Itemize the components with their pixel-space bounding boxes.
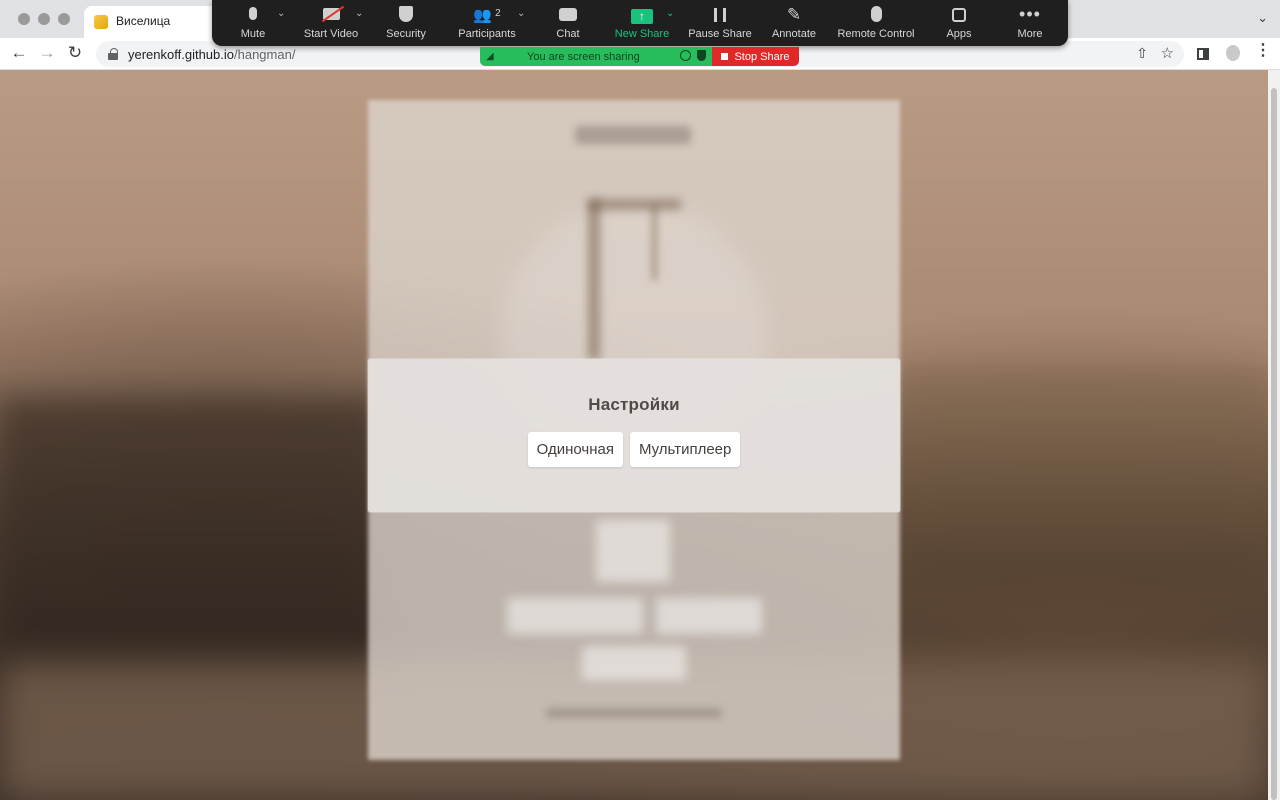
side-panel-icon[interactable]: [1197, 47, 1209, 63]
apps-button[interactable]: Apps: [944, 0, 974, 46]
mute-button[interactable]: Mute: [232, 0, 274, 46]
chat-label: Chat: [556, 28, 580, 40]
pause-share-button[interactable]: Pause Share: [688, 0, 752, 46]
share-options-chevron-icon[interactable]: ⌄: [666, 8, 674, 19]
more-label: More: [1017, 28, 1043, 40]
footer-text-blurred: [546, 708, 722, 718]
back-arrow-icon[interactable]: ←: [8, 42, 30, 64]
mode-button-group: Одиночная Мультиплеер: [368, 432, 900, 467]
new-share-button[interactable]: ↑ New Share: [614, 0, 670, 46]
minimize-window-button[interactable]: [38, 13, 50, 25]
maximize-window-button[interactable]: [58, 13, 70, 25]
stop-share-button[interactable]: Stop Share: [712, 47, 799, 66]
mute-label: Mute: [240, 28, 266, 40]
multiplayer-button[interactable]: Мультиплеер: [629, 432, 741, 467]
scrollbar-thumb[interactable]: [1271, 88, 1277, 800]
gallows-beam-blurred: [589, 200, 681, 209]
page-viewport: Настройки Одиночная Мультиплеер: [0, 70, 1268, 800]
screen-sharing-text: You are screen sharing: [527, 50, 640, 63]
pause-share-label: Pause Share: [688, 28, 752, 40]
reload-icon[interactable]: ↻: [64, 42, 86, 64]
chat-bubble-icon: [559, 8, 577, 21]
pause-icon: [714, 8, 726, 22]
video-off-icon: [321, 5, 344, 23]
participant-count: 2: [495, 8, 501, 19]
stop-square-icon: [721, 53, 729, 60]
remote-control-button[interactable]: Remote Control: [836, 0, 916, 46]
drag-handle-icon[interactable]: ◢: [486, 51, 497, 62]
annotate-label: Annotate: [771, 28, 817, 40]
zoom-share-toolbar: Mute ⌄ Start Video ⌄ Security 👥 2 Partici…: [212, 0, 1068, 46]
share-icon[interactable]: ⇧: [1136, 45, 1148, 62]
new-share-label: New Share: [614, 28, 670, 40]
security-label: Security: [386, 28, 426, 40]
mouse-icon: [870, 6, 882, 22]
tab-title: Виселица: [116, 14, 171, 28]
game-button-blurred: [507, 598, 643, 634]
shield-icon: [399, 6, 413, 22]
profile-avatar[interactable]: [1226, 45, 1240, 61]
tab-search-chevron-icon[interactable]: ⌄: [1257, 10, 1268, 26]
game-button-blurred: [582, 646, 686, 680]
microphone-icon: [249, 7, 257, 20]
participants-label: Participants: [458, 28, 516, 40]
apps-label: Apps: [946, 28, 972, 40]
pencil-icon: ✎: [786, 5, 802, 24]
stop-share-label: Stop Share: [734, 50, 790, 63]
forward-arrow-icon[interactable]: →: [36, 42, 58, 64]
more-button[interactable]: ••• More: [1015, 0, 1045, 46]
hangman-favicon-icon: [94, 15, 108, 29]
gallows-post-blurred: [589, 200, 599, 360]
background-bookshelf-left: [0, 400, 380, 680]
gallows-rope-blurred: [652, 206, 657, 280]
close-window-button[interactable]: [18, 13, 30, 25]
bookmark-star-icon[interactable]: ☆: [1161, 44, 1174, 62]
game-title-blurred: [575, 126, 691, 144]
single-player-button[interactable]: Одиночная: [527, 432, 623, 467]
participants-button[interactable]: 👥 2 Participants: [456, 0, 518, 46]
participants-chevron-icon[interactable]: ⌄: [517, 8, 525, 19]
lock-icon[interactable]: [108, 48, 118, 60]
participants-icon: 👥: [473, 7, 493, 24]
browser-menu-icon[interactable]: ⋮: [1255, 40, 1271, 60]
annotate-button[interactable]: ✎ Annotate: [770, 0, 818, 46]
background-shelf-right: [900, 370, 1268, 580]
game-button-blurred: [656, 598, 762, 634]
screen-sharing-banner[interactable]: ◢ You are screen sharing: [480, 47, 712, 66]
page-scrollbar[interactable]: [1268, 70, 1280, 800]
share-info-icon[interactable]: [680, 50, 691, 61]
url-path: /hangman/: [234, 46, 296, 62]
url-host: yerenkoff.github.io: [128, 46, 234, 62]
encryption-shield-icon[interactable]: [697, 50, 706, 61]
audio-options-chevron-icon[interactable]: ⌄: [277, 8, 285, 19]
security-button[interactable]: Security: [382, 0, 430, 46]
settings-modal: Настройки Одиночная Мультиплеер: [368, 359, 900, 512]
video-options-chevron-icon[interactable]: ⌄: [355, 8, 363, 19]
modal-title: Настройки: [588, 395, 680, 414]
remote-control-label: Remote Control: [837, 28, 915, 40]
chat-button[interactable]: Chat: [550, 0, 586, 46]
letter-input-blurred: [596, 520, 670, 582]
start-video-button[interactable]: Start Video: [300, 0, 362, 46]
start-video-label: Start Video: [303, 28, 359, 40]
apps-icon: [952, 8, 966, 22]
more-dots-icon: •••: [1019, 4, 1041, 24]
upload-arrow-icon: ↑: [631, 9, 653, 24]
